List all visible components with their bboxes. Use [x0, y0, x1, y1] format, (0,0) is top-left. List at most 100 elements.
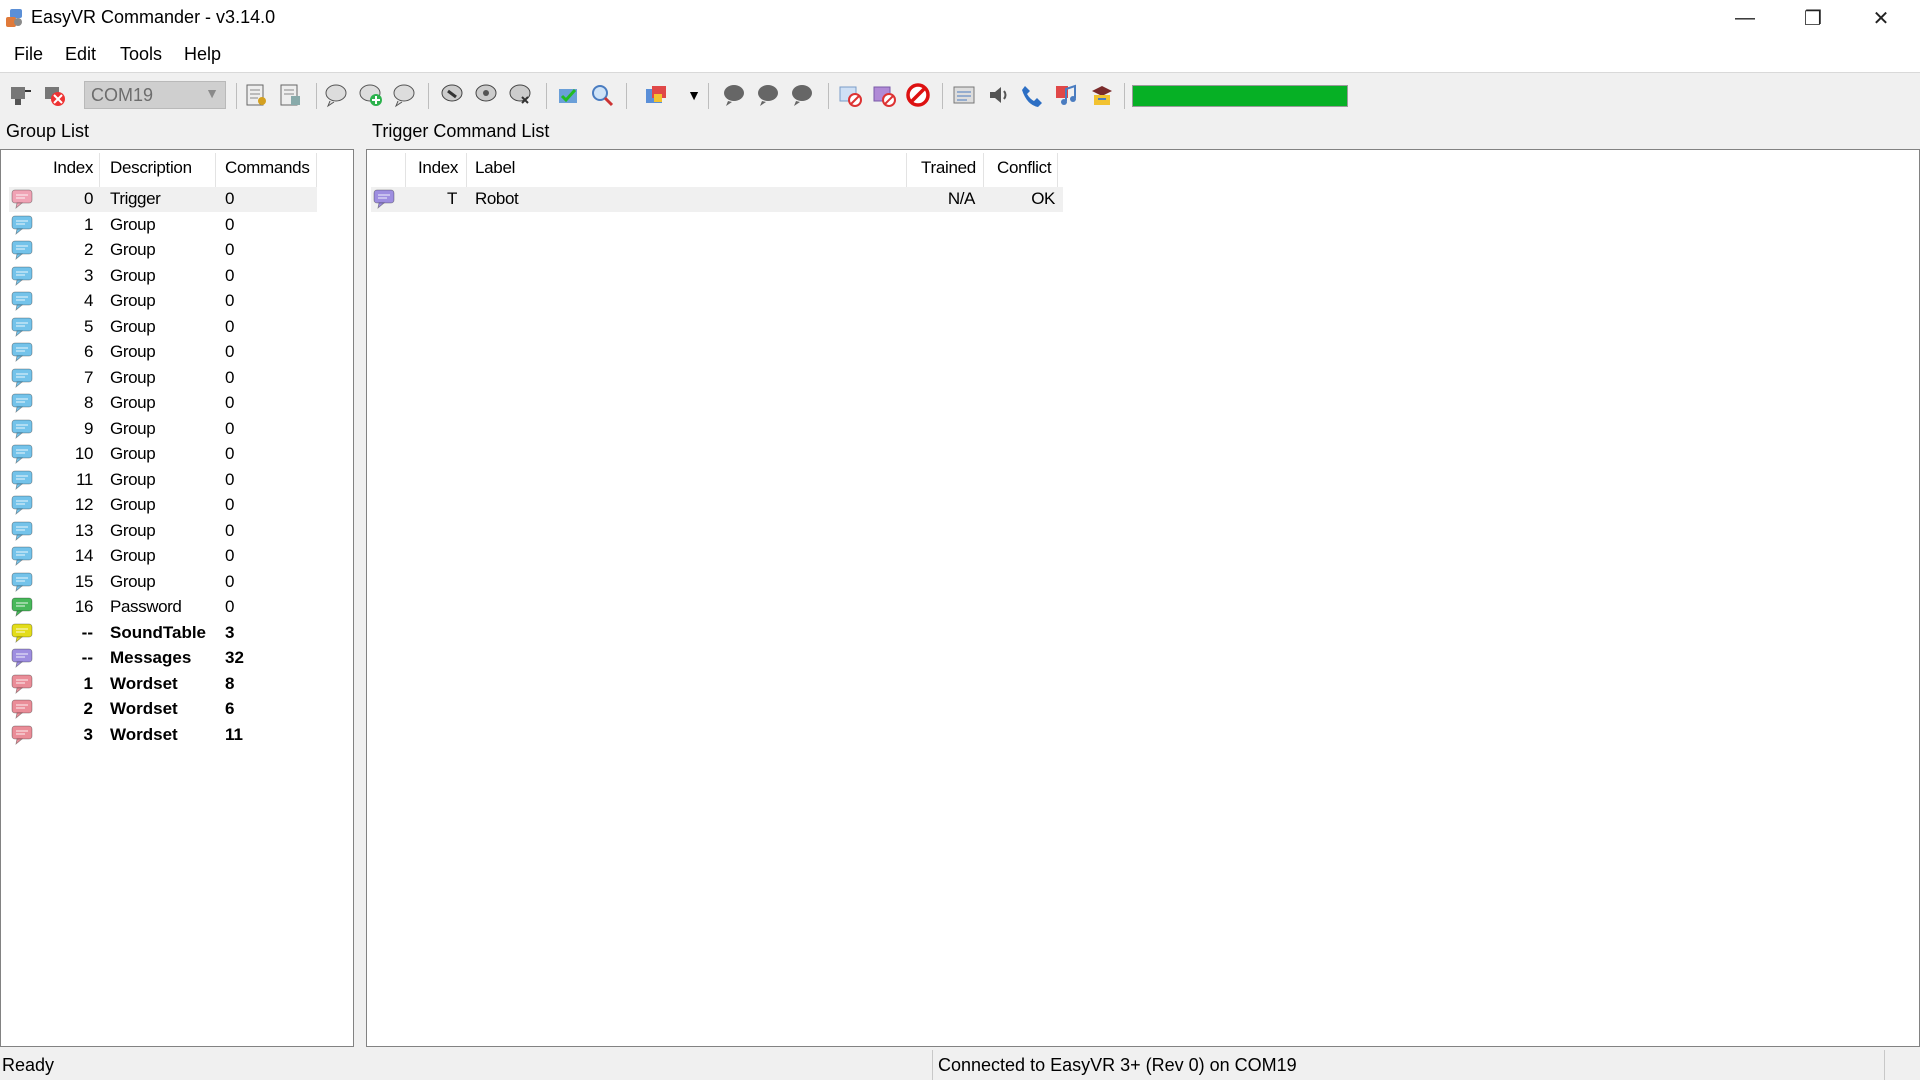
group-row[interactable]: 15 Group 0	[9, 570, 317, 595]
group-row[interactable]: 14 Group 0	[9, 544, 317, 569]
block-icon[interactable]	[870, 81, 898, 109]
group-row[interactable]: 2 Group 0	[9, 238, 317, 263]
group-index: 2	[83, 240, 93, 259]
group-row[interactable]: -- Messages 32	[9, 646, 317, 671]
com-port-value: COM19	[91, 85, 154, 105]
minimize-button[interactable]: —	[1711, 0, 1779, 36]
status-divider	[1884, 1050, 1885, 1080]
verify-icon[interactable]	[554, 81, 582, 109]
group-row[interactable]: 5 Group 0	[9, 315, 317, 340]
command-trained: N/A	[947, 189, 976, 208]
column-header-index[interactable]: Index	[53, 158, 93, 178]
column-header-commands[interactable]: Commands	[225, 158, 310, 178]
group-index: 14	[74, 546, 94, 565]
add-group-icon[interactable]	[322, 81, 350, 109]
group-index: 1	[83, 214, 93, 234]
cancel-icon[interactable]	[836, 81, 864, 109]
group-row[interactable]: 4 Group 0	[9, 289, 317, 314]
remove-command-icon[interactable]	[390, 81, 418, 109]
column-divider	[466, 153, 467, 187]
phone-icon[interactable]	[1018, 81, 1046, 109]
group-row[interactable]: 0 Trigger 0	[9, 187, 317, 212]
blue-bubble-icon	[11, 419, 33, 439]
stop-icon[interactable]	[904, 81, 932, 109]
purple-bubble-icon	[11, 648, 33, 669]
group-commands-count: 11	[225, 724, 243, 744]
column-header-description[interactable]: Description	[110, 158, 192, 178]
column-divider	[1057, 153, 1058, 187]
voice-icon[interactable]	[788, 81, 816, 109]
command-row[interactable]: T Robot N/A OK	[371, 187, 1063, 212]
add-command-icon[interactable]	[356, 81, 384, 109]
connection-status: Connected to EasyVR 3+ (Rev 0) on COM19	[938, 1055, 1297, 1075]
group-row[interactable]: -- SoundTable 3	[9, 621, 317, 646]
column-header-label[interactable]: Label	[475, 158, 515, 178]
group-row[interactable]: 1 Wordset 8	[9, 672, 317, 697]
maximize-button[interactable]: ❐	[1779, 0, 1847, 36]
pink-bubble-icon	[11, 189, 33, 210]
menu-tools[interactable]: Tools	[120, 44, 162, 65]
group-index: 2	[83, 699, 93, 718]
group-description: Group	[110, 393, 156, 412]
recog-icon[interactable]	[754, 81, 782, 109]
com-port-select[interactable]: COM19 ▼	[84, 81, 226, 109]
column-divider	[316, 153, 317, 187]
menu-help[interactable]: Help	[184, 44, 221, 65]
column-header-trained[interactable]: Trained	[921, 158, 976, 178]
menu-file[interactable]: File	[14, 44, 43, 65]
status-text: Ready	[2, 1055, 55, 1075]
group-index: 0	[83, 189, 93, 208]
group-row[interactable]: 6 Group 0	[9, 340, 317, 365]
group-description: Group	[110, 418, 156, 438]
group-index: 5	[83, 316, 93, 336]
group-index: 3	[83, 724, 93, 744]
group-description: Group	[110, 546, 156, 565]
save-icon[interactable]	[276, 81, 304, 109]
connect-icon[interactable]	[6, 81, 34, 109]
blue-bubble-icon	[11, 393, 33, 414]
window-title: EasyVR Commander - v3.14.0	[31, 7, 276, 27]
group-commands-count: 0	[225, 367, 235, 387]
blue-bubble-icon	[11, 317, 33, 337]
search-icon[interactable]	[588, 81, 616, 109]
column-header-index[interactable]: Index	[418, 158, 458, 178]
toolbar: COM19 ▼ ▼	[0, 73, 1920, 117]
group-row[interactable]: 8 Group 0	[9, 391, 317, 416]
group-row[interactable]: 1 Group 0	[9, 213, 317, 238]
group-row[interactable]: 11 Group 0	[9, 468, 317, 493]
app-logo-icon	[6, 9, 22, 27]
train-icon[interactable]	[438, 81, 466, 109]
erase-icon[interactable]	[506, 81, 534, 109]
open-icon[interactable]	[242, 81, 270, 109]
group-row[interactable]: 10 Group 0	[9, 442, 317, 467]
group-commands-count: 0	[225, 546, 235, 565]
test-icon[interactable]	[472, 81, 500, 109]
group-row[interactable]: 2 Wordset 6	[9, 697, 317, 722]
column-header-conflict[interactable]: Conflict	[997, 158, 1052, 178]
group-row[interactable]: 3 Group 0	[9, 264, 317, 289]
column-divider	[906, 153, 907, 187]
blue-bubble-icon	[11, 291, 33, 312]
volume-icon[interactable]	[984, 81, 1012, 109]
group-row[interactable]: 9 Group 0	[9, 417, 317, 442]
music-icon[interactable]	[1052, 81, 1080, 109]
dropdown-icon[interactable]: ▼	[680, 81, 708, 109]
menu-edit[interactable]: Edit	[65, 44, 96, 65]
message-icon[interactable]	[950, 81, 978, 109]
sound-icon[interactable]	[642, 81, 670, 109]
group-row[interactable]: 13 Group 0	[9, 519, 317, 544]
toolbar-separator	[828, 83, 829, 109]
group-description: Password	[110, 597, 182, 616]
group-commands-count: 6	[225, 699, 235, 718]
group-commands-count: 0	[225, 495, 235, 514]
blue-bubble-icon	[11, 240, 33, 261]
group-row[interactable]: 7 Group 0	[9, 366, 317, 391]
disconnect-icon[interactable]	[40, 81, 68, 109]
speak-icon[interactable]	[720, 81, 748, 109]
group-row[interactable]: 16 Password 0	[9, 595, 317, 620]
close-button[interactable]: ✕	[1847, 0, 1915, 36]
column-divider	[99, 153, 100, 187]
update-icon[interactable]	[1088, 81, 1116, 109]
group-row[interactable]: 3 Wordset 11	[9, 723, 317, 748]
group-row[interactable]: 12 Group 0	[9, 493, 317, 518]
